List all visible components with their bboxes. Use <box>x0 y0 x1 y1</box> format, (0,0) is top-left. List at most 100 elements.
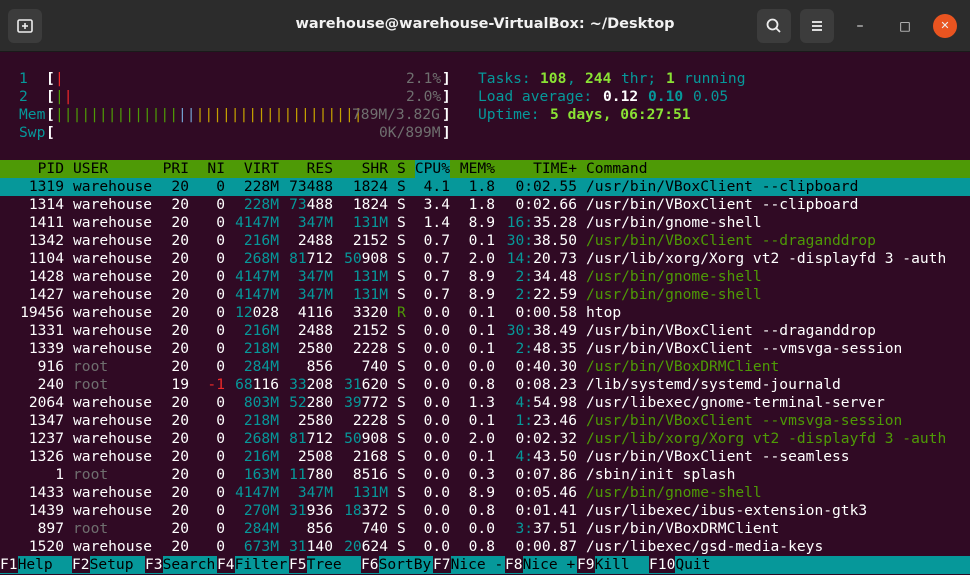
cell-ni: 0 <box>216 178 225 195</box>
threads-count: 244 <box>585 70 612 87</box>
process-row[interactable]: 1319 warehouse 20 0 228M 73488 1824 S 4.1 1.8 0:02… <box>0 178 970 196</box>
cell-time: 0:02.32 <box>515 430 577 447</box>
fkey-sortby-button[interactable]: F6SortBy <box>361 556 433 574</box>
fkey-key: F8 <box>505 556 523 573</box>
fkey-setup-button[interactable]: F2Setup <box>72 556 145 574</box>
process-row[interactable]: 1 root 20 0 163M 11780 8516 S 0.0 0.3 0:07.86/sbin… <box>0 466 970 484</box>
cell-s: S <box>397 538 406 555</box>
process-row[interactable]: 1439 warehouse 20 0 270M 31936 18372 S 0.0 0.8 0:0… <box>0 502 970 520</box>
column-header-command[interactable]: Command <box>586 160 648 178</box>
cell-s: S <box>397 250 406 267</box>
search-button[interactable] <box>757 9 791 43</box>
cell-user: warehouse <box>73 250 153 267</box>
cell-pri: 20 <box>171 340 189 357</box>
column-header-ni[interactable]: NI <box>207 160 225 178</box>
fkey-nice-button[interactable]: F8Nice + <box>505 556 577 574</box>
cell-res: 856 <box>306 520 333 537</box>
process-row[interactable]: 1428 warehouse 20 0 4147M 347M 131M S 0.7 8.9 2:34… <box>0 268 970 286</box>
process-row[interactable]: 1347 warehouse 20 0 218M 2580 2228 S 0.0 0.1 1:23.… <box>0 412 970 430</box>
close-button[interactable]: ✕ <box>933 14 957 38</box>
process-row[interactable]: 1411 warehouse 20 0 4147M 347M 131M S 1.4 8.9 16:3… <box>0 214 970 232</box>
process-row[interactable]: 1433 warehouse 20 0 4147M 347M 131M S 0.0 8.9 0:05… <box>0 484 970 502</box>
cell-time: 2:48.35 <box>515 340 577 357</box>
cell-s: S <box>397 484 406 501</box>
fkey-label: Kill <box>594 556 649 574</box>
maximize-button[interactable]: □ <box>893 14 917 38</box>
cell-pri: 20 <box>171 502 189 519</box>
process-row[interactable]: 897 root 20 0 284M 856 740 S 0.0 0.0 3:37.51/usr/b… <box>0 520 970 538</box>
cell-res: 856 <box>306 358 333 375</box>
cell-pid: 1347 <box>28 412 64 429</box>
bracket: [ <box>46 88 55 105</box>
menu-button[interactable] <box>800 9 834 43</box>
column-header-pid[interactable]: PID <box>38 160 64 178</box>
process-row[interactable]: 1520 warehouse 20 0 673M 31140 20624 S 0.0 0.8 0:0… <box>0 538 970 556</box>
process-row[interactable]: 240 root 19 -1 68116 33208 31620 S 0.0 0.8 0:08.23… <box>0 376 970 394</box>
process-row[interactable]: 1331 warehouse 20 0 216M 2488 2152 S 0.0 0.1 30:38… <box>0 322 970 340</box>
cell-s: S <box>397 520 406 537</box>
cell-cpu: 3.4 <box>423 196 450 213</box>
cell-time: 0:08.23 <box>515 376 577 393</box>
process-row[interactable]: 19456 warehouse 20 0 12028 4116 3320 R 0.0 0.1 0:0… <box>0 304 970 322</box>
process-row[interactable]: 1342 warehouse 20 0 216M 2488 2152 S 0.7 0.1 30:38… <box>0 232 970 250</box>
terminal-area[interactable]: 1 [ | 2.1% ] 2 [ || 2.0% ] Mem [ |||||||… <box>0 52 970 575</box>
cell-cpu: 0.0 <box>423 502 450 519</box>
column-header-cpu[interactable]: CPU% <box>414 160 450 178</box>
cell-user: warehouse <box>73 268 153 285</box>
column-header-virt[interactable]: VIRT <box>244 160 279 178</box>
cell-time: 3:37.51 <box>515 520 577 537</box>
cell-ni: 0 <box>216 394 225 411</box>
cell-virt: 284M <box>243 358 279 375</box>
process-row[interactable]: 1326 warehouse 20 0 216M 2508 2168 S 0.0 0.1 4:43.… <box>0 448 970 466</box>
fkey-nice-button[interactable]: F7Nice - <box>433 556 505 574</box>
column-header-pri[interactable]: PRI <box>163 160 189 178</box>
cell-virt: 216M <box>243 232 279 249</box>
fkey-filter-button[interactable]: F4Filter <box>217 556 289 574</box>
cpu1-bar: | <box>55 70 64 87</box>
process-row[interactable]: 916 root 20 0 284M 856 740 S 0.0 0.0 0:40.30/usr/b… <box>0 358 970 376</box>
process-row[interactable]: 1339 warehouse 20 0 218M 2580 2228 S 0.0 0.1 2:48.… <box>0 340 970 358</box>
cell-shr: 18372 <box>344 502 388 519</box>
cell-res: 4116 <box>297 304 333 321</box>
process-row[interactable]: 1427 warehouse 20 0 4147M 347M 131M S 0.7 8.9 2:22… <box>0 286 970 304</box>
process-row[interactable]: 1104 warehouse 20 0 268M 81712 50908 S 0.7 2.0 14:… <box>0 250 970 268</box>
fkey-kill-button[interactable]: F9Kill <box>577 556 649 574</box>
cell-user: warehouse <box>73 412 153 429</box>
cell-pid: 1 <box>55 466 64 483</box>
column-header-time[interactable]: TIME+ <box>533 160 577 178</box>
fkey-key: F1 <box>0 556 18 573</box>
fkey-tree-button[interactable]: F5Tree <box>289 556 361 574</box>
cell-mem: 0.8 <box>468 538 495 555</box>
cell-s: S <box>397 466 406 483</box>
cell-ni: 0 <box>216 232 225 249</box>
column-header-mem[interactable]: MEM% <box>460 160 495 178</box>
load-15: 0.05 <box>693 88 729 105</box>
cell-time: 2:22.59 <box>515 286 577 303</box>
process-row[interactable]: 1314 warehouse 20 0 228M 73488 1824 S 3.4 1.8 0:02… <box>0 196 970 214</box>
process-row[interactable]: 1237 warehouse 20 0 268M 81712 50908 S 0.0 2.0 0:0… <box>0 430 970 448</box>
column-header-shr[interactable]: SHR <box>362 160 388 178</box>
column-header-user[interactable]: USER <box>73 160 108 178</box>
cpu2-bar: || <box>55 88 73 105</box>
cell-virt: 673M <box>243 538 279 555</box>
column-header-s[interactable]: S <box>397 160 406 178</box>
cell-pri: 20 <box>171 178 189 195</box>
cell-s: S <box>397 178 406 195</box>
cell-pid: 1237 <box>28 430 64 447</box>
process-row[interactable]: 2064 warehouse 20 0 803M 52280 39772 S 0.0 1.3 4:5… <box>0 394 970 412</box>
cell-cmd: /usr/lib/xorg/Xorg vt2 -displayfd 3 -aut… <box>586 430 947 447</box>
fkey-search-button[interactable]: F3Search <box>145 556 217 574</box>
cell-mem: 0.1 <box>468 232 495 249</box>
cell-s: S <box>397 502 406 519</box>
fkey-help-button[interactable]: F1Help <box>0 556 72 574</box>
cell-time: 0:02.55 <box>515 178 577 195</box>
cell-cpu: 0.0 <box>423 340 450 357</box>
cell-ni: 0 <box>216 196 225 213</box>
cell-user: warehouse <box>73 178 153 195</box>
minimize-button[interactable]: – <box>848 14 872 38</box>
bracket: ] <box>442 106 451 123</box>
fkey-quit-button[interactable]: F10Quit <box>649 556 721 574</box>
column-header-res[interactable]: RES <box>307 160 333 178</box>
cell-shr: 131M <box>352 484 388 501</box>
comma: , <box>567 70 576 87</box>
